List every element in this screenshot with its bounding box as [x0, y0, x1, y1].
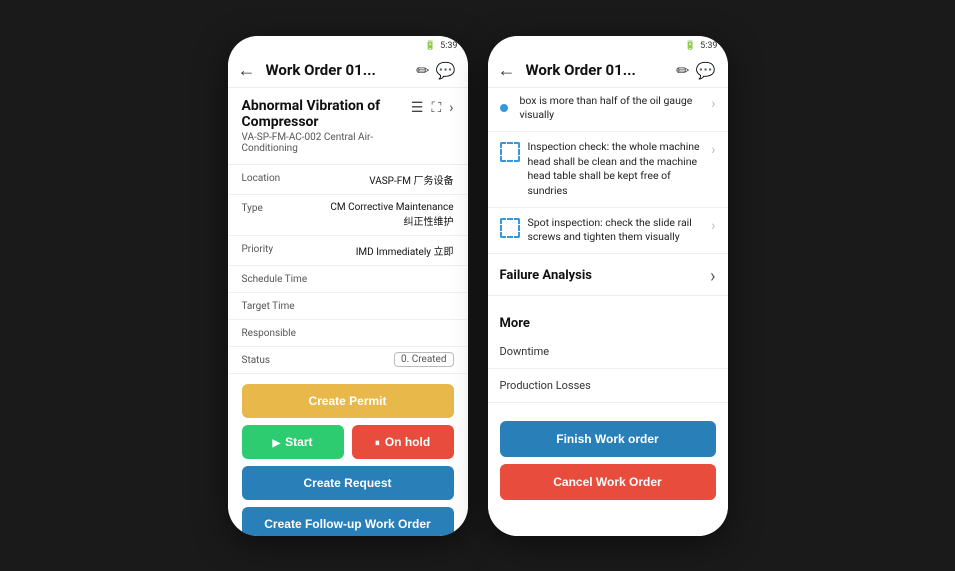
wo-chevron-icon[interactable]: ›: [449, 100, 453, 116]
field-target-time: Target Time: [228, 293, 468, 320]
inspection-item-2[interactable]: Spot inspection: check the slide rail sc…: [488, 208, 728, 254]
field-status: Status 0. Created: [228, 347, 468, 374]
finish-work-order-button[interactable]: Finish Work order: [500, 421, 716, 457]
right-header-title: Work Order 01...: [526, 61, 671, 79]
left-content: Abnormal Vibration of Compressor VA-SP-F…: [228, 88, 468, 536]
left-header: ← Work Order 01... ✏ 💬: [228, 54, 468, 88]
failure-analysis-title: Failure Analysis: [500, 268, 592, 283]
field-location: Location VASP-FM 厂务设备: [228, 165, 468, 195]
work-order-info: Abnormal Vibration of Compressor VA-SP-F…: [228, 88, 468, 165]
wo-icons-row: ☰ ⛶ ›: [411, 100, 454, 116]
wo-list-icon[interactable]: ☰: [411, 100, 424, 116]
left-header-title: Work Order 01...: [266, 61, 411, 79]
right-status-bar: 🔋 5:39: [488, 36, 728, 54]
status-badge: 0. Created: [394, 352, 454, 367]
create-request-button[interactable]: Create Request: [242, 466, 454, 500]
downtime-item[interactable]: Downtime: [488, 335, 728, 369]
create-followup-button[interactable]: Create Follow-up Work Order: [242, 507, 454, 536]
field-responsible: Responsible: [228, 320, 468, 347]
top-item-chevron: ›: [711, 96, 715, 112]
inspection-checkbox-1: [500, 142, 520, 162]
field-schedule-time: Schedule Time: [228, 266, 468, 293]
wo-expand-icon[interactable]: ⛶: [431, 100, 441, 116]
start-button[interactable]: Start: [242, 425, 344, 459]
right-actions: Finish Work order Cancel Work Order: [488, 411, 728, 510]
create-permit-button[interactable]: Create Permit: [242, 384, 454, 418]
left-message-icon[interactable]: 💬: [436, 61, 456, 80]
right-header: ← Work Order 01... ✏ 💬: [488, 54, 728, 88]
field-priority: Priority IMD Immediately 立即: [228, 236, 468, 266]
production-losses-item[interactable]: Production Losses: [488, 369, 728, 403]
blue-dot-icon: [500, 104, 508, 112]
right-content: box is more than half of the oil gauge v…: [488, 88, 728, 536]
wo-subtitle: VA-SP-FM-AC-002 Central Air-Conditioning: [242, 132, 411, 154]
on-hold-button[interactable]: On hold: [352, 425, 454, 459]
right-message-icon[interactable]: 💬: [696, 61, 716, 80]
start-hold-row: Start On hold: [242, 425, 454, 459]
play-icon: [272, 435, 280, 449]
left-back-button[interactable]: ←: [238, 60, 256, 81]
left-status-bar: 🔋 5:39: [228, 36, 468, 54]
left-phone: 🔋 5:39 ← Work Order 01... ✏ 💬 Abnormal V…: [228, 36, 468, 536]
inspection-chevron-2: ›: [711, 218, 715, 234]
inspection-checkbox-2: [500, 218, 520, 238]
left-actions: Create Permit Start On hold Create Reque…: [228, 374, 468, 536]
right-time: 5:39: [700, 41, 717, 51]
right-edit-icon[interactable]: ✏: [676, 61, 689, 80]
more-title: More: [500, 316, 530, 331]
wo-title: Abnormal Vibration of Compressor: [242, 98, 411, 130]
more-section: More Downtime Production Losses: [488, 296, 728, 411]
top-inspection-item[interactable]: box is more than half of the oil gauge v…: [488, 88, 728, 132]
failure-analysis-chevron: ›: [710, 266, 715, 287]
left-edit-icon[interactable]: ✏: [416, 61, 429, 80]
inspection-item-1[interactable]: Inspection check: the whole machine head…: [488, 132, 728, 208]
inspection-chevron-1: ›: [711, 142, 715, 158]
right-phone: 🔋 5:39 ← Work Order 01... ✏ 💬 box is mor…: [488, 36, 728, 536]
right-battery: 🔋: [685, 41, 696, 51]
pause-icon: [375, 435, 380, 449]
left-battery: 🔋: [425, 41, 436, 51]
field-type: Type CM Corrective Maintenance 纠正性维护: [228, 195, 468, 236]
cancel-work-order-button[interactable]: Cancel Work Order: [500, 464, 716, 500]
right-back-button[interactable]: ←: [498, 60, 516, 81]
left-time: 5:39: [440, 41, 457, 51]
failure-analysis-section[interactable]: Failure Analysis ›: [488, 254, 728, 296]
